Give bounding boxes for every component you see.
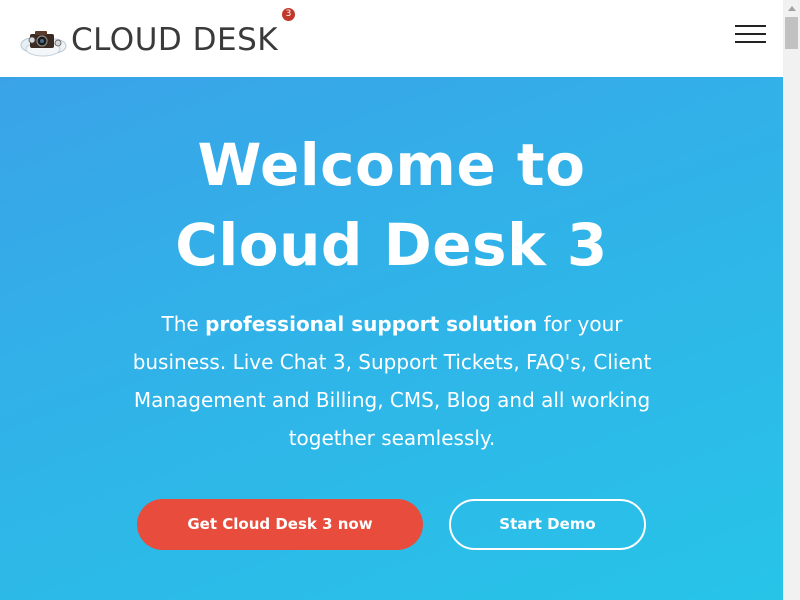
scrollbar-thumb[interactable] [785,17,798,49]
hero-title-line1: Welcome to [197,131,586,199]
site-logo[interactable]: CLOUD DESK [18,20,278,60]
vertical-scrollbar[interactable] [783,0,800,600]
cloud-camera-logo-icon [18,20,68,60]
get-cloud-desk-button[interactable]: Get Cloud Desk 3 now [137,499,423,550]
scroll-up-arrow-icon[interactable] [783,0,800,17]
hero-desc-prefix: The [161,312,206,336]
version-badge: 3 [282,8,295,21]
hero-description: The professional support solution for yo… [112,305,672,457]
page-viewport: CLOUD DESK 3 Welcome to Cloud Desk 3 The… [0,0,783,600]
hero-section: Welcome to Cloud Desk 3 The professional… [0,77,783,600]
logo-text: CLOUD DESK [71,22,279,58]
menu-bar-middle [735,33,766,35]
menu-bar-top [735,25,766,27]
hero-title: Welcome to Cloud Desk 3 [0,125,783,285]
hero-title-line2: Cloud Desk 3 [175,211,608,279]
hero-desc-bold: professional support solution [205,312,538,336]
menu-bar-bottom [735,41,766,43]
site-header: CLOUD DESK 3 [0,0,783,77]
hamburger-menu-icon[interactable] [735,23,767,47]
start-demo-button[interactable]: Start Demo [449,499,646,550]
